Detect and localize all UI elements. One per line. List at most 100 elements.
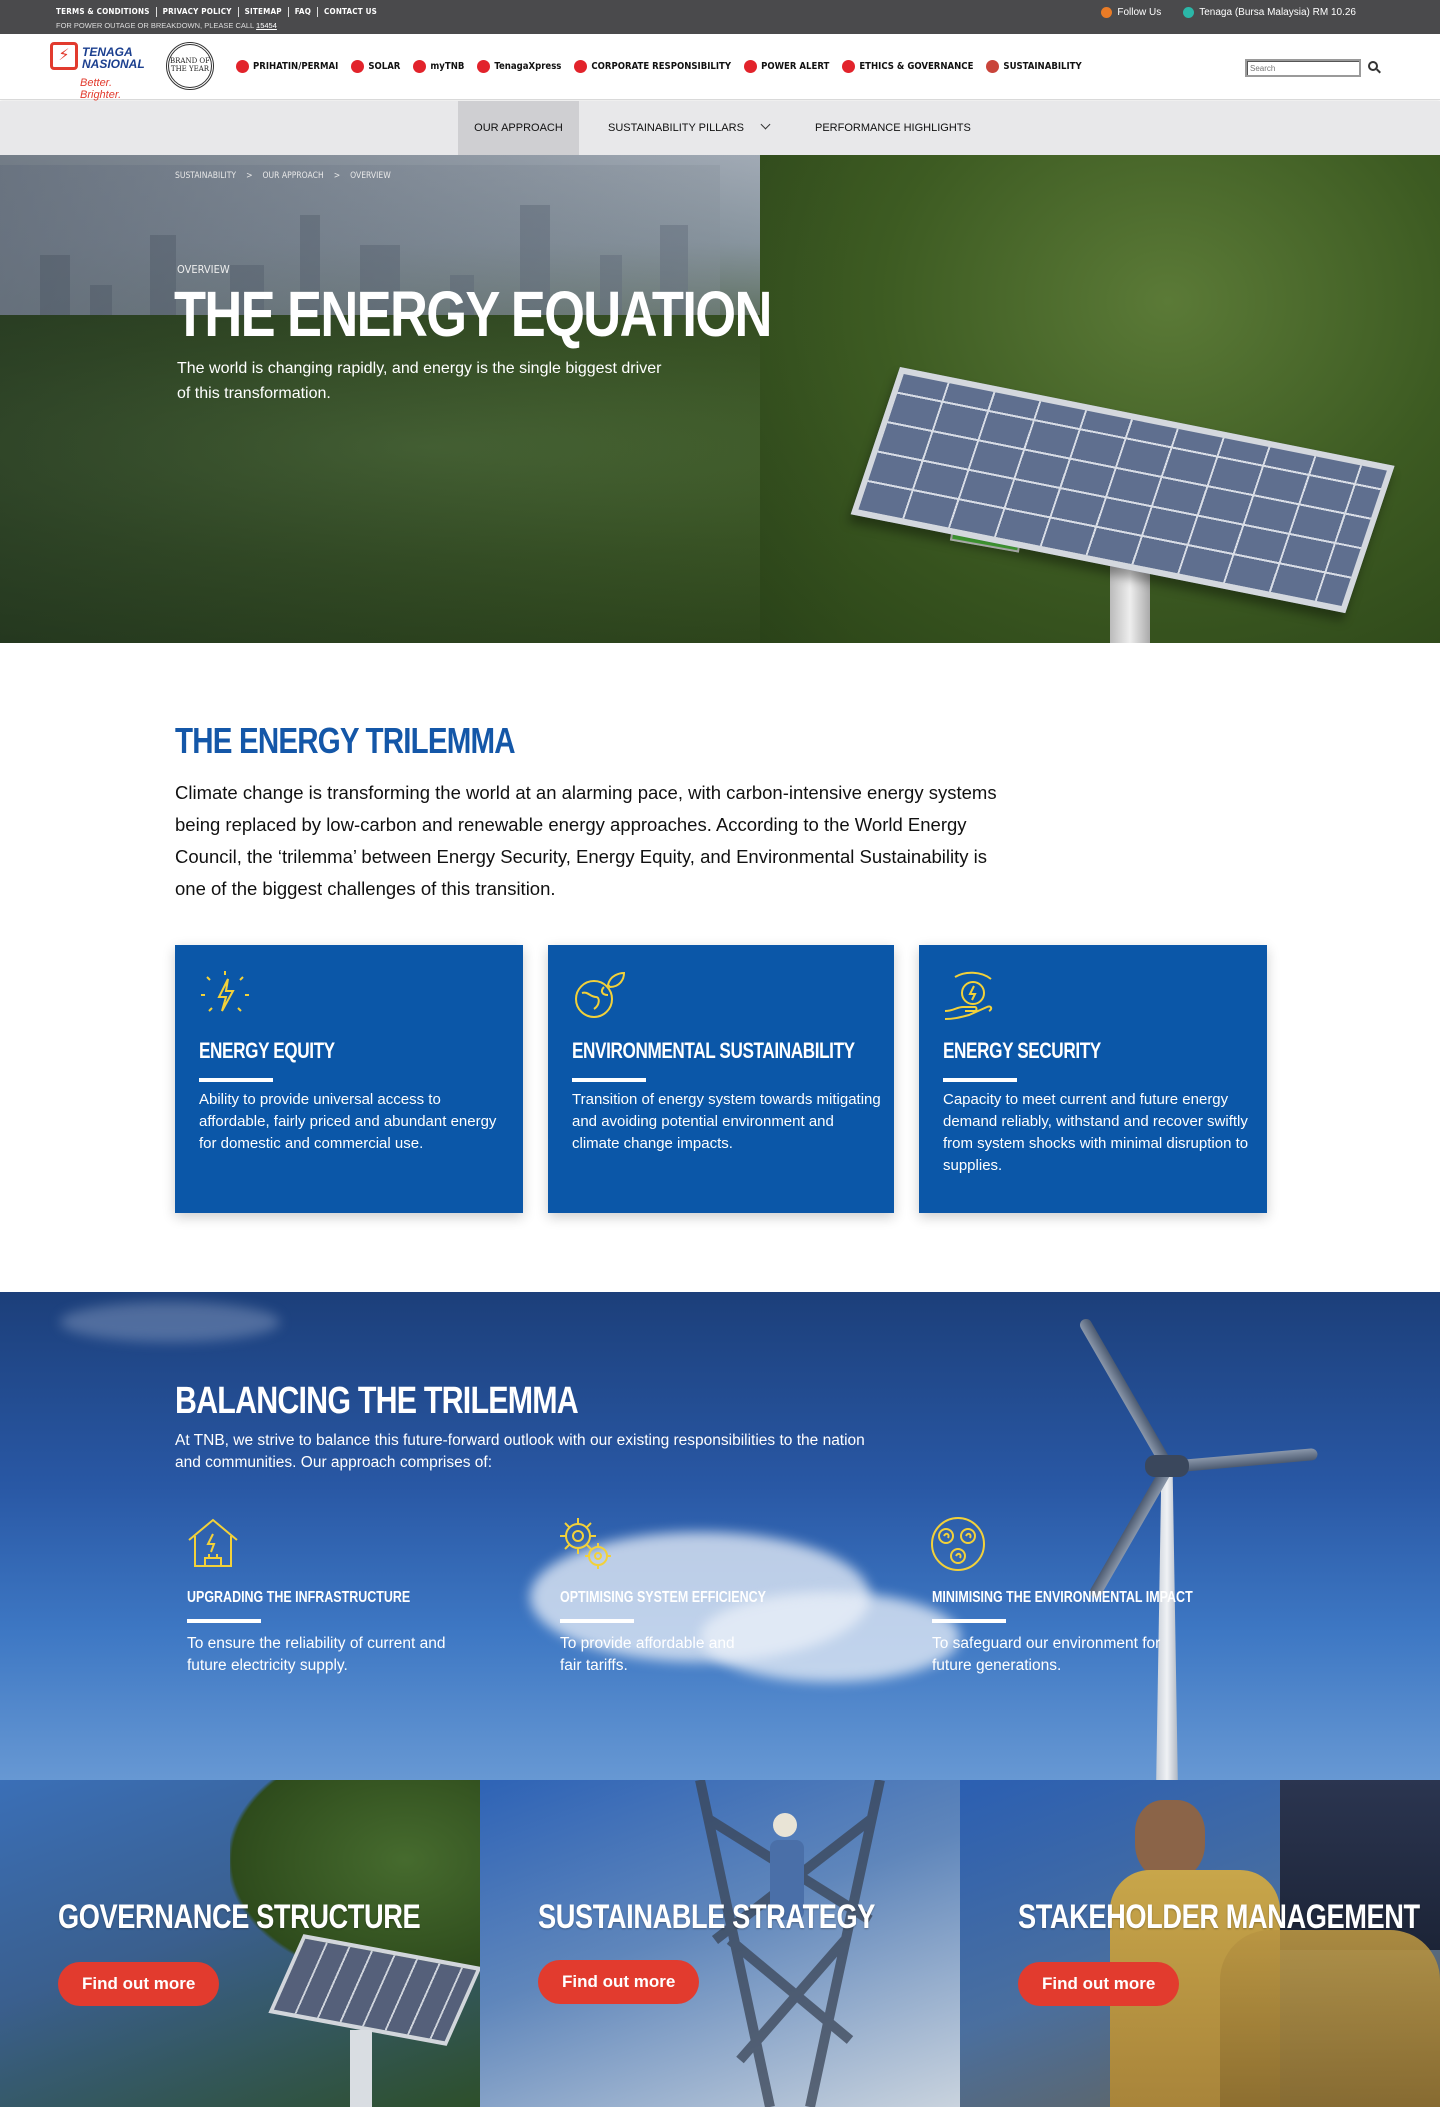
breadcrumb: SUSTAINABILITY > OUR APPROACH > OVERVIEW: [175, 171, 391, 181]
page-title: THE ENERGY EQUATION: [174, 278, 772, 350]
privacy-link[interactable]: PRIVACY POLICY: [157, 7, 239, 17]
chart-icon: [1183, 7, 1195, 18]
pillar-text: To ensure the reliability of current and…: [187, 1635, 446, 1674]
globe-leaf-icon: [575, 971, 626, 1018]
search-input[interactable]: [1245, 59, 1361, 77]
find-out-more-button[interactable]: Find out more: [58, 1962, 220, 2006]
tile-title: SUSTAINABLE STRATEGY: [538, 1898, 876, 1936]
people-icon: [1101, 7, 1113, 18]
nav-tenagaxpress-label: TenagaXpress: [494, 61, 562, 72]
alert-icon: [744, 60, 758, 73]
ethics-icon: [842, 60, 856, 73]
nav-prihatin[interactable]: PRIHATIN/PERMAI: [236, 60, 338, 73]
balancing-body: At TNB, we strive to balance this future…: [175, 1432, 865, 1471]
card-environmental-sustainability: ENVIRONMENTAL SUSTAINABILITY Transition …: [548, 945, 894, 1213]
tab-our-approach[interactable]: OUR APPROACH: [458, 101, 579, 155]
tnb-logo[interactable]: ⚡ TENAGA NASIONAL Better. Brighter.: [50, 40, 156, 102]
nav-tenagaxpress[interactable]: TenagaXpress: [477, 60, 561, 73]
card-text: Ability to provide universal access to a…: [199, 1091, 497, 1152]
cloud-image: [60, 1302, 280, 1342]
hero-subtitle: The world is changing rapidly, and energ…: [177, 360, 662, 402]
logo-wordmark: TENAGA NASIONAL: [82, 46, 145, 70]
nav-solar-label: SOLAR: [368, 61, 401, 72]
nav-sustainability[interactable]: SUSTAINABILITY: [986, 60, 1082, 73]
follow-us-label: Follow Us: [1117, 7, 1162, 19]
balancing-section: BALANCING THE TRILEMMA At TNB, we strive…: [0, 1292, 1440, 1780]
engineer-image: [1135, 1800, 1205, 1880]
gears-icon: [560, 1518, 611, 1569]
nav-corporate-responsibility[interactable]: CORPORATE RESPONSIBILITY: [574, 60, 731, 73]
card-title: ENVIRONMENTAL SUSTAINABILITY: [572, 1038, 855, 1063]
faq-link[interactable]: FAQ: [289, 7, 319, 17]
pillar-divider: [187, 1619, 261, 1623]
card-title: ENERGY SECURITY: [943, 1038, 1101, 1063]
breadcrumb-overview: OVERVIEW: [350, 171, 391, 181]
pillar-efficiency: OPTIMISING SYSTEM EFFICIENCY To provide …: [560, 1514, 850, 1677]
balancing-heading: BALANCING THE TRILEMMA: [175, 1380, 579, 1422]
tile-stakeholder-management[interactable]: STAKEHOLDER MANAGEMENT Find out more: [960, 1780, 1440, 2107]
stock-ticker[interactable]: Tenaga (Bursa Malaysia) RM 10.26: [1183, 7, 1356, 18]
tile-title: STAKEHOLDER MANAGEMENT: [1018, 1898, 1420, 1936]
tab-performance-highlights[interactable]: PERFORMANCE HIGHLIGHTS: [815, 101, 995, 155]
pillar-title: MINIMISING THE ENVIRONMENTAL IMPACT: [932, 1589, 1193, 1606]
find-out-more-button[interactable]: Find out more: [1018, 1962, 1180, 2006]
pillar-text: To provide affordable and fair tariffs.: [560, 1635, 735, 1674]
pillar-environmental-impact: MINIMISING THE ENVIRONMENTAL IMPACT To s…: [931, 1514, 1222, 1677]
contact-link[interactable]: CONTACT US: [318, 7, 383, 17]
breadcrumb-our-approach[interactable]: OUR APPROACH: [263, 171, 324, 181]
outage-note: FOR POWER OUTAGE OR BREAKDOWN, PLEASE CA…: [56, 21, 277, 30]
tile-sustainable-strategy[interactable]: SUSTAINABLE STRATEGY Find out more: [480, 1780, 960, 2107]
find-out-more-button[interactable]: Find out more: [538, 1960, 700, 2004]
pillar-divider: [560, 1619, 634, 1623]
turbine-blade: [1077, 1316, 1174, 1470]
solar-icon: [351, 60, 365, 73]
hotline-link[interactable]: 15454: [256, 21, 277, 30]
pillar-title: UPGRADING THE INFRASTRUCTURE: [187, 1589, 411, 1606]
engineer-uniform-image: [1220, 1930, 1440, 2107]
breadcrumb-separator: >: [333, 171, 341, 181]
outage-note-text: FOR POWER OUTAGE OR BREAKDOWN, PLEASE CA…: [56, 21, 254, 30]
pillar-divider: [932, 1619, 1006, 1623]
sitemap-link[interactable]: SITEMAP: [239, 7, 289, 17]
card-divider: [572, 1078, 646, 1082]
nav-mytnb-label: myTNB: [430, 61, 465, 72]
logo-tagline: Better. Brighter.: [80, 77, 156, 102]
hero-banner: SUSTAINABILITY > OUR APPROACH > OVERVIEW…: [0, 155, 1440, 643]
card-text: Capacity to meet current and future ener…: [943, 1091, 1249, 1174]
breadcrumb-sustainability[interactable]: SUSTAINABILITY: [175, 171, 236, 181]
hero-eyebrow: OVERVIEW: [177, 263, 230, 276]
pillar-title: OPTIMISING SYSTEM EFFICIENCY: [560, 1589, 766, 1606]
pillar-text: To safeguard our environment for future …: [932, 1635, 1161, 1674]
tab-sustainability-pillars[interactable]: SUSTAINABILITY PILLARS: [608, 101, 778, 155]
eco-circle-icon: [931, 1517, 985, 1571]
card-text: Transition of energy system towards miti…: [572, 1091, 881, 1152]
search-icon[interactable]: [1368, 61, 1378, 71]
logo-word-bottom: NASIONAL: [82, 57, 145, 71]
utility-bar: TERMS & CONDITIONS PRIVACY POLICY SITEMA…: [0, 0, 1440, 34]
tile-title: GOVERNANCE STRUCTURE: [58, 1898, 421, 1936]
nav-prihatin-label: PRIHATIN/PERMAI: [253, 61, 339, 72]
lightning-bulb-icon: [201, 971, 249, 1012]
breadcrumb-separator: >: [246, 171, 253, 181]
turbine-hub: [1145, 1455, 1189, 1477]
hand-energy-icon: [944, 971, 993, 1020]
transmission-tower-image: [695, 1780, 885, 2107]
tnb-logo-mark-icon: ⚡: [50, 42, 78, 70]
solar-pole-image: [350, 2030, 372, 2107]
terms-link[interactable]: TERMS & CONDITIONS: [56, 7, 157, 17]
main-nav: PRIHATIN/PERMAI SOLAR myTNB TenagaXpress…: [236, 60, 1082, 73]
nav-ethics-label: ETHICS & GOVERNANCE: [859, 61, 974, 72]
nav-ethics-governance[interactable]: ETHICS & GOVERNANCE: [842, 60, 973, 73]
turbine-blade: [1167, 1447, 1318, 1473]
nav-power-alert[interactable]: POWER ALERT: [744, 60, 829, 73]
house-plug-icon: [188, 1518, 238, 1567]
nav-solar[interactable]: SOLAR: [351, 60, 400, 73]
tile-governance-structure[interactable]: GOVERNANCE STRUCTURE Find out more: [0, 1780, 480, 2107]
brand-of-the-year-badge: BRAND OF THE YEAR: [166, 42, 214, 90]
follow-us-link[interactable]: Follow Us: [1101, 7, 1161, 18]
nav-power-alert-label: POWER ALERT: [761, 61, 830, 72]
card-title: ENERGY EQUITY: [199, 1038, 335, 1063]
nav-mytnb[interactable]: myTNB: [413, 60, 464, 73]
mytnb-icon: [413, 60, 427, 73]
sustainability-icon: [986, 60, 1000, 73]
